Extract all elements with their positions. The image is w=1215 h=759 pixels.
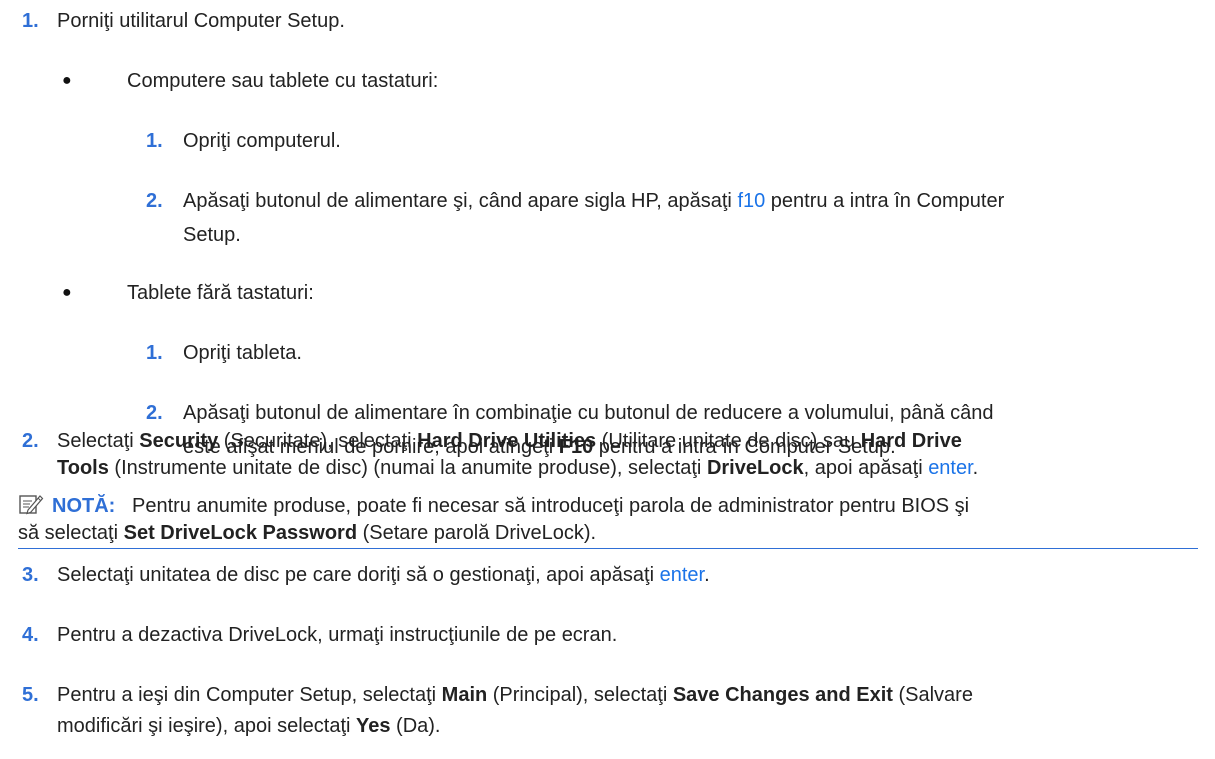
text-segment: (Securitate), selectaţi xyxy=(218,430,418,452)
substep-text-continuation: Setup. xyxy=(183,224,241,246)
substep-text: Opriţi computerul. xyxy=(183,130,341,152)
substep-text: Apăsaţi butonul de alimentare în combina… xyxy=(183,402,994,424)
menu-main: Main xyxy=(441,684,488,706)
menu-set-drivelock-password: Set DriveLock Password xyxy=(123,522,358,544)
text-segment: (Principal), selectaţi xyxy=(487,684,673,706)
menu-security: Security xyxy=(139,430,219,452)
substep-number: 1. xyxy=(146,342,163,364)
step-4-text: Pentru a dezactiva DriveLock, urmaţi ins… xyxy=(57,624,618,646)
text-segment: Selectaţi xyxy=(57,430,140,452)
substep-number: 2. xyxy=(146,402,163,424)
group-keyboards-title: Computere sau tablete cu tastaturi: xyxy=(127,70,439,92)
menu-drivelock: DriveLock xyxy=(706,457,804,479)
text-segment: (Setare parolă DriveLock). xyxy=(357,522,597,544)
text-segment: să selectaţi xyxy=(18,522,124,544)
menu-save-changes-and-exit: Save Changes and Exit xyxy=(672,684,893,706)
menu-hard-drive-tools: Hard Drive xyxy=(860,430,962,452)
step-3-text: Selectaţi unitatea de disc pe care doriţ… xyxy=(57,562,710,588)
step-5-text-continuation: modificări şi ieşire), apoi selectaţi Ye… xyxy=(57,713,440,739)
note-text: NOTĂ: Pentru anumite produse, poate fi n… xyxy=(52,493,969,519)
text-segment: modificări şi ieşire), apoi selectaţi xyxy=(57,715,356,737)
step-1-number: 1. xyxy=(22,10,39,32)
step-2-text: Selectaţi Security (Securitate), selecta… xyxy=(57,428,962,454)
substep-number: 1. xyxy=(146,130,163,152)
text-segment: (Salvare xyxy=(892,684,973,706)
step-4-number: 4. xyxy=(22,624,39,646)
menu-hard-drive-utilities: Hard Drive Utilities xyxy=(417,430,597,452)
step-3-number: 3. xyxy=(22,564,39,586)
note-text-continuation: să selectaţi Set DriveLock Password (Set… xyxy=(18,520,596,546)
text-segment: Pentru anumite produse, poate fi necesar… xyxy=(132,495,970,517)
text-segment: . xyxy=(704,564,710,586)
substep-number: 2. xyxy=(146,190,163,212)
step-2-number: 2. xyxy=(22,430,39,452)
key-enter: enter xyxy=(928,457,973,479)
text-segment: pentru a intra în Computer xyxy=(765,190,1005,212)
substep-text: Opriţi tableta. xyxy=(183,342,302,364)
text-segment: , apoi apăsaţi xyxy=(803,457,929,479)
step-1-text: Porniţi utilitarul Computer Setup. xyxy=(57,10,345,32)
text-segment: Pentru a ieşi din Computer Setup, select… xyxy=(57,684,442,706)
text-segment: Apăsaţi butonul de alimentare şi, când a… xyxy=(183,190,738,212)
step-5-number: 5. xyxy=(22,684,39,706)
bullet-icon: ● xyxy=(62,72,72,89)
menu-yes: Yes xyxy=(356,715,391,737)
substep-text: Apăsaţi butonul de alimentare şi, când a… xyxy=(183,188,1004,214)
text-segment: (Da). xyxy=(390,715,441,737)
group-tablets-title: Tablete fără tastaturi: xyxy=(127,282,314,304)
step-5-text: Pentru a ieşi din Computer Setup, select… xyxy=(57,682,973,708)
text-segment: . xyxy=(972,457,979,479)
text-segment: Selectaţi unitatea de disc pe care doriţ… xyxy=(57,564,660,586)
text-segment: (Utilitare unitate de disc) sau xyxy=(596,430,861,452)
menu-hard-drive-tools-cont: Tools xyxy=(57,457,109,479)
key-enter: enter xyxy=(659,564,705,586)
step-2-text-continuation: Tools (Instrumente unitate de disc) (num… xyxy=(57,455,978,481)
note-label: NOTĂ: xyxy=(52,495,116,517)
note-bottom-rule xyxy=(18,548,1198,549)
key-f10: f10 xyxy=(737,190,766,212)
bullet-icon: ● xyxy=(62,284,72,301)
note-pencil-icon xyxy=(19,495,44,515)
text-segment: (Instrumente unitate de disc) (numai la … xyxy=(108,457,707,479)
